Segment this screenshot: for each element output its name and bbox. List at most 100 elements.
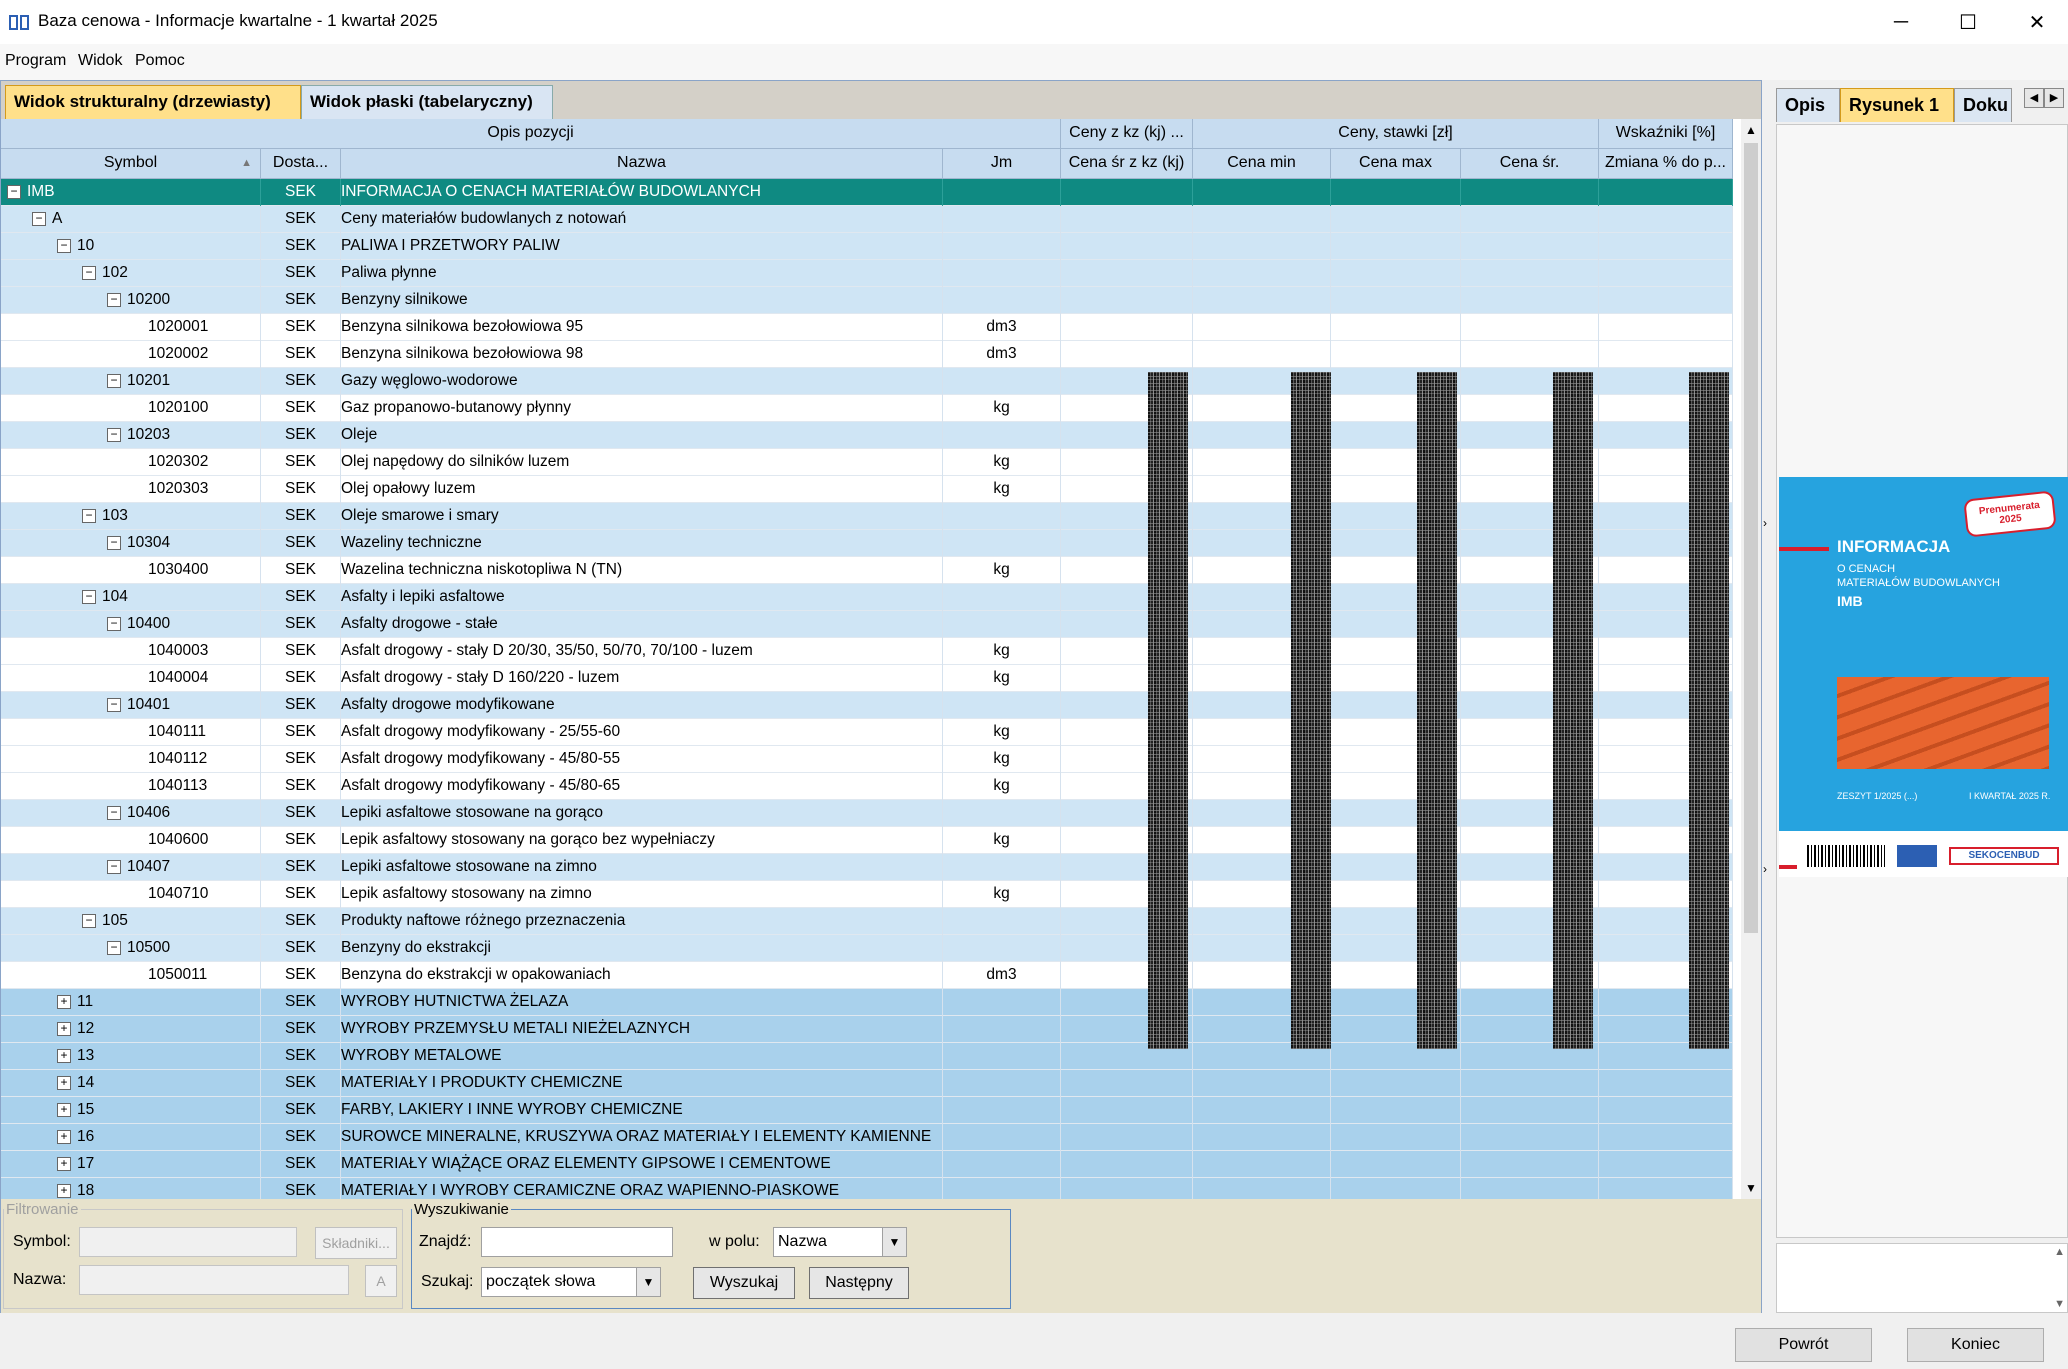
table-row[interactable]: −10400 SEK Asfalty drogowe - stałe — [1, 611, 1733, 638]
table-row[interactable]: +12 SEK WYROBY PRZEMYSŁU METALI NIEŻELAZNY… — [1, 1016, 1733, 1043]
table-row[interactable]: 1020001 SEK Benzyna silnikowa bezołowiowa … — [1, 314, 1733, 341]
column-header-nazwa[interactable]: Nazwa — [341, 149, 943, 179]
expand-icon[interactable]: + — [57, 1157, 71, 1171]
expand-icon[interactable]: + — [57, 1022, 71, 1036]
table-row[interactable]: − IMB SEK INFORMACJA O CENACH MATERIAŁÓW BU… — [1, 179, 1733, 206]
table-row[interactable]: 1040004 SEK Asfalt drogowy - stały D 160/2… — [1, 665, 1733, 692]
minimize-button[interactable]: ─ — [1870, 0, 1932, 44]
nastepny-button[interactable]: Następny — [809, 1267, 909, 1299]
table-row[interactable]: +17 SEK MATERIAŁY WIĄŻĄCE ORAZ ELEMENTY GI… — [1, 1151, 1733, 1178]
memo-scroll-up-icon[interactable]: ▲ — [2054, 1246, 2065, 1258]
grid-scrollbar[interactable]: ▲ ▼ — [1741, 119, 1761, 1199]
column-header-cena-sr-kz[interactable]: Cena śr z kz (kj) — [1061, 149, 1193, 179]
column-header-cena-max[interactable]: Cena max — [1331, 149, 1461, 179]
table-row[interactable]: −102 SEK Paliwa płynne — [1, 260, 1733, 287]
collapse-icon[interactable]: − — [107, 536, 121, 550]
price-grid[interactable]: Opis pozycji Ceny z kz (kj) ... Ceny, st… — [1, 119, 1741, 1199]
table-row[interactable]: +14 SEK MATERIAŁY I PRODUKTY CHEMICZNE — [1, 1070, 1733, 1097]
tab-flat-view[interactable]: Widok płaski (tabelaryczny) — [301, 85, 553, 119]
close-button[interactable]: ✕ — [2006, 0, 2068, 44]
table-row[interactable]: +11 SEK WYROBY HUTNICTWA ŻELAZA — [1, 989, 1733, 1016]
symbol-filter-input[interactable] — [79, 1227, 297, 1257]
collapse-icon[interactable]: − — [82, 590, 96, 604]
tab-structural-view[interactable]: Widok strukturalny (drzewiasty) — [5, 85, 301, 119]
expand-icon[interactable]: + — [57, 995, 71, 1009]
table-row[interactable]: +18 SEK MATERIAŁY I WYROBY CERAMICZNE ORAZ… — [1, 1178, 1733, 1199]
table-row[interactable]: −10203 SEK Oleje — [1, 422, 1733, 449]
table-row[interactable]: −10401 SEK Asfalty drogowe modyfikowane — [1, 692, 1733, 719]
table-row[interactable]: −10201 SEK Gazy węglowo-wodorowe — [1, 368, 1733, 395]
splitter-arrow-icon[interactable]: › — [1763, 862, 1767, 876]
search-input[interactable] — [481, 1227, 673, 1257]
tab-dokumenty[interactable]: Doku — [1954, 88, 2012, 122]
table-row[interactable]: 1050011 SEK Benzyna do ekstrakcji w opakow… — [1, 962, 1733, 989]
table-row[interactable]: −103 SEK Oleje smarowe i smary — [1, 503, 1733, 530]
tab-opis[interactable]: Opis — [1776, 88, 1840, 122]
table-row[interactable]: 1040112 SEK Asfalt drogowy modyfikowany - … — [1, 746, 1733, 773]
collapse-icon[interactable]: − — [107, 941, 121, 955]
collapse-icon[interactable]: − — [82, 266, 96, 280]
table-row[interactable]: −10304 SEK Wazeliny techniczne — [1, 530, 1733, 557]
tab-scroll-left-icon[interactable]: ◀ — [2024, 88, 2044, 108]
wyszukaj-button[interactable]: Wyszukaj — [693, 1267, 795, 1299]
splitter-arrow-icon[interactable]: › — [1763, 516, 1767, 530]
chevron-down-icon[interactable]: ▼ — [882, 1228, 906, 1256]
expand-icon[interactable]: + — [57, 1049, 71, 1063]
maximize-button[interactable]: ☐ — [1937, 0, 1999, 44]
table-row[interactable]: 1040113 SEK Asfalt drogowy modyfikowany - … — [1, 773, 1733, 800]
collapse-icon[interactable]: − — [107, 428, 121, 442]
expand-icon[interactable]: + — [57, 1130, 71, 1144]
table-row[interactable]: −10407 SEK Lepiki asfaltowe stosowane na z… — [1, 854, 1733, 881]
table-row[interactable]: 1030400 SEK Wazelina techniczna niskotopli… — [1, 557, 1733, 584]
expand-icon[interactable]: + — [57, 1103, 71, 1117]
column-header-jm[interactable]: Jm — [943, 149, 1061, 179]
field-select[interactable]: Nazwa ▼ — [773, 1227, 907, 1257]
description-memo[interactable]: ▲ ▼ — [1776, 1243, 2068, 1313]
table-row[interactable]: +16 SEK SUROWCE MINERALNE, KRUSZYWA ORAZ M… — [1, 1124, 1733, 1151]
nazwa-filter-button[interactable]: A — [365, 1265, 397, 1297]
memo-scroll-down-icon[interactable]: ▼ — [2054, 1298, 2065, 1310]
menu-widok[interactable]: Widok — [78, 52, 122, 70]
table-row[interactable]: − A SEK Ceny materiałów budowlanych z notow… — [1, 206, 1733, 233]
table-row[interactable]: 1020002 SEK Benzyna silnikowa bezołowiowa … — [1, 341, 1733, 368]
expand-icon[interactable]: + — [57, 1076, 71, 1090]
table-row[interactable]: 1040111 SEK Asfalt drogowy modyfikowany - … — [1, 719, 1733, 746]
chevron-down-icon[interactable]: ▼ — [636, 1268, 660, 1296]
table-row[interactable]: 1020303 SEK Olej opałowy luzem kg — [1, 476, 1733, 503]
expand-icon[interactable]: + — [57, 1184, 71, 1198]
table-row[interactable]: −10500 SEK Benzyny do ekstrakcji — [1, 935, 1733, 962]
table-row[interactable]: 1040710 SEK Lepik asfaltowy stosowany na z… — [1, 881, 1733, 908]
koniec-button[interactable]: Koniec — [1907, 1328, 2044, 1362]
collapse-icon[interactable]: − — [32, 212, 46, 226]
column-header-symbol[interactable]: Symbol ▲ — [1, 149, 261, 179]
collapse-icon[interactable]: − — [82, 509, 96, 523]
column-header-cena-sr[interactable]: Cena śr. — [1461, 149, 1599, 179]
table-row[interactable]: 1040003 SEK Asfalt drogowy - stały D 20/30… — [1, 638, 1733, 665]
table-row[interactable]: +15 SEK FARBY, LAKIERY I INNE WYROBY CHEMI… — [1, 1097, 1733, 1124]
table-row[interactable]: −104 SEK Asfalty i lepiki asfaltowe — [1, 584, 1733, 611]
scroll-down-icon[interactable]: ▼ — [1745, 1181, 1757, 1195]
collapse-icon[interactable]: − — [107, 860, 121, 874]
menu-program[interactable]: Program — [5, 52, 66, 70]
collapse-icon[interactable]: − — [7, 185, 21, 199]
tab-rysunek-1[interactable]: Rysunek 1 — [1840, 88, 1954, 122]
collapse-icon[interactable]: − — [107, 806, 121, 820]
column-header-zmiana[interactable]: Zmiana % do p... — [1599, 149, 1733, 179]
table-row[interactable]: −10 SEK PALIWA I PRZETWORY PALIW — [1, 233, 1733, 260]
powrot-button[interactable]: Powrót — [1735, 1328, 1872, 1362]
table-row[interactable]: −10406 SEK Lepiki asfaltowe stosowane na g… — [1, 800, 1733, 827]
scrollbar-thumb[interactable] — [1744, 143, 1758, 933]
tab-scroll-right-icon[interactable]: ▶ — [2044, 88, 2064, 108]
collapse-icon[interactable]: − — [107, 293, 121, 307]
collapse-icon[interactable]: − — [57, 239, 71, 253]
table-row[interactable]: 1020100 SEK Gaz propanowo-butanowy płynny k… — [1, 395, 1733, 422]
table-row[interactable]: −105 SEK Produkty naftowe różnego przeznac… — [1, 908, 1733, 935]
scroll-up-icon[interactable]: ▲ — [1745, 123, 1757, 137]
table-row[interactable]: 1040600 SEK Lepik asfaltowy stosowany na g… — [1, 827, 1733, 854]
column-header-cena-min[interactable]: Cena min — [1193, 149, 1331, 179]
collapse-icon[interactable]: − — [107, 374, 121, 388]
search-mode-select[interactable]: początek słowa ▼ — [481, 1267, 661, 1297]
collapse-icon[interactable]: − — [107, 617, 121, 631]
collapse-icon[interactable]: − — [82, 914, 96, 928]
column-header-dostawca[interactable]: Dosta... — [261, 149, 341, 179]
